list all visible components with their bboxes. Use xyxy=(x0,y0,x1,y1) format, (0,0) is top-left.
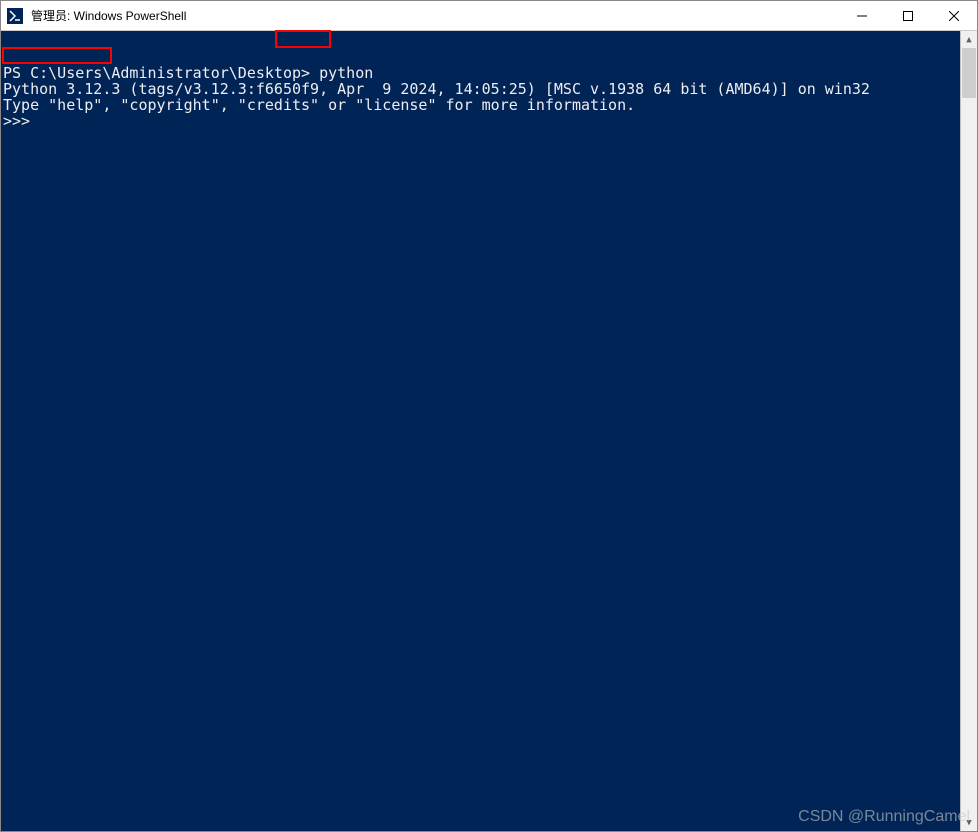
powershell-window: 管理员: Windows PowerShell PS C:\Users\Admi… xyxy=(0,0,978,832)
close-button[interactable] xyxy=(931,1,977,30)
titlebar[interactable]: 管理员: Windows PowerShell xyxy=(1,1,977,31)
vertical-scrollbar[interactable]: ▲ ▼ xyxy=(960,31,977,831)
scroll-down-arrow[interactable]: ▼ xyxy=(961,814,977,831)
terminal-output: PS C:\Users\Administrator\Desktop> pytho… xyxy=(3,65,959,129)
scrollbar-thumb[interactable] xyxy=(962,48,976,98)
minimize-button[interactable] xyxy=(839,1,885,30)
window-controls xyxy=(839,1,977,30)
repl-prompt: >>> xyxy=(3,112,30,130)
maximize-button[interactable] xyxy=(885,1,931,30)
scroll-up-arrow[interactable]: ▲ xyxy=(961,31,977,48)
python-help-line: Type "help", "copyright", "credits" or "… xyxy=(3,96,635,114)
powershell-icon xyxy=(7,8,23,24)
terminal-area[interactable]: PS C:\Users\Administrator\Desktop> pytho… xyxy=(1,31,977,831)
window-title: 管理员: Windows PowerShell xyxy=(29,7,839,24)
